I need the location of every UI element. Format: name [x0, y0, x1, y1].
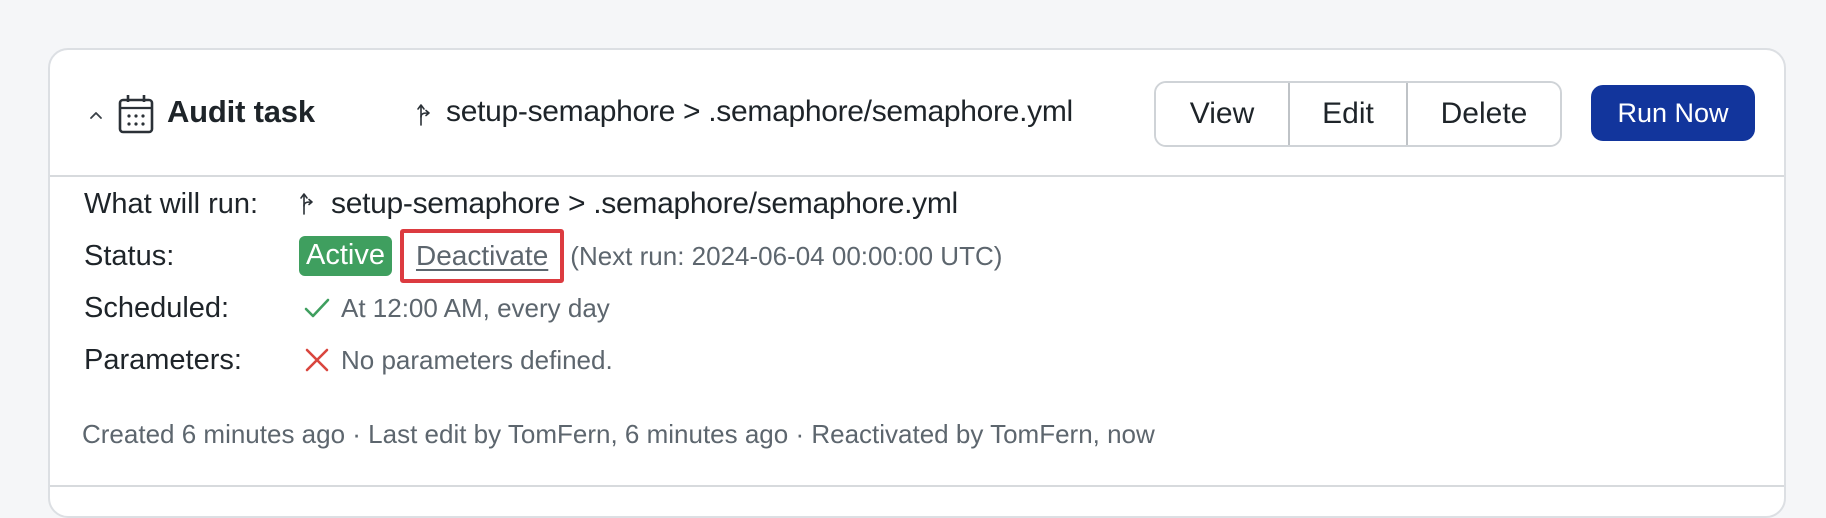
calendar-icon	[118, 95, 154, 134]
task-actions-group: View Edit Delete	[1154, 81, 1562, 147]
edit-button[interactable]: Edit	[1288, 83, 1406, 145]
status-badge: Active	[299, 236, 392, 276]
task-card: Audit task setup-semaphore > .semaphore/…	[48, 48, 1786, 518]
task-history-text: Created 6 minutes ago · Last edit by Tom…	[82, 419, 1155, 449]
check-icon	[304, 298, 330, 318]
schedule-value: At 12:00 AM, every day	[341, 292, 610, 323]
status-label: Status:	[84, 239, 175, 272]
deactivate-link[interactable]: Deactivate	[416, 240, 548, 272]
task-title: Audit task	[167, 94, 315, 129]
section-divider	[50, 485, 1784, 487]
next-run-text: (Next run: 2024-06-04 00:00:00 UTC)	[570, 240, 1003, 271]
git-branch-icon	[300, 193, 313, 215]
parameters-row: Parameters: No parameters defined.	[84, 340, 613, 380]
delete-button[interactable]: Delete	[1406, 83, 1560, 145]
chevron-up-icon[interactable]	[86, 105, 106, 125]
status-row: Status: Active Deactivate (Next run: 202…	[84, 229, 1003, 283]
what-will-run-label: What will run:	[84, 187, 259, 220]
what-will-run-value[interactable]: setup-semaphore > .semaphore/semaphore.y…	[331, 187, 958, 221]
parameters-label: Parameters:	[84, 343, 242, 376]
x-icon	[305, 348, 329, 372]
deactivate-highlight: Deactivate	[399, 229, 565, 283]
scheduled-label: Scheduled:	[84, 291, 230, 324]
pipeline-path[interactable]: setup-semaphore > .semaphore/semaphore.y…	[446, 95, 1073, 129]
git-branch-icon	[417, 104, 430, 126]
scheduled-row: Scheduled: At 12:00 AM, every day	[84, 288, 610, 328]
run-now-button[interactable]: Run Now	[1591, 85, 1755, 141]
view-button[interactable]: View	[1156, 83, 1288, 145]
task-card-header: Audit task setup-semaphore > .semaphore/…	[50, 50, 1784, 177]
parameters-value: No parameters defined.	[341, 344, 613, 375]
what-will-run-row: What will run: setup-semaphore > .semaph…	[84, 184, 958, 224]
